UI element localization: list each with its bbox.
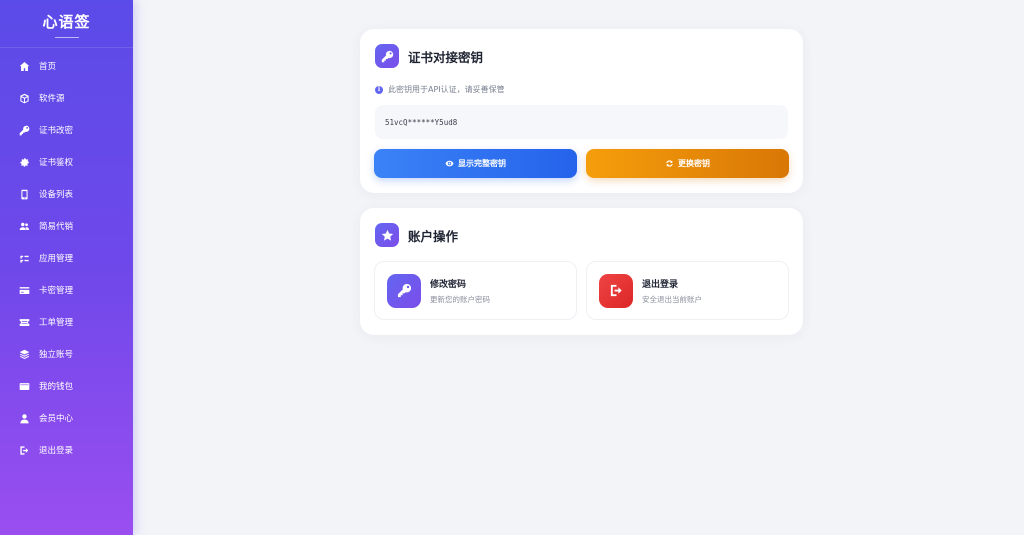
key-icon: [18, 124, 31, 137]
star-icon: [375, 223, 399, 247]
show-full-key-button[interactable]: 显示完整密钥: [374, 149, 577, 178]
brand-title: 心语签: [42, 13, 91, 31]
layers-icon: [18, 348, 31, 361]
card-header: 账户操作: [375, 223, 458, 247]
sidebar-item-label: 首页: [39, 62, 57, 72]
sidebar-item-card-keys[interactable]: 卡密管理: [0, 274, 133, 306]
logout-icon: [18, 444, 31, 457]
sidebar-item-label: 退出登录: [39, 446, 74, 456]
sidebar-item-label: 工单管理: [39, 318, 74, 328]
wallet-icon: [18, 380, 31, 393]
brand: 心语签: [0, 0, 133, 48]
key-value-field: 51vcQ******Y5ud8: [375, 105, 788, 139]
sidebar-item-membership[interactable]: 会员中心: [0, 402, 133, 434]
sidebar-item-cert-password[interactable]: 证书改密: [0, 114, 133, 146]
sidebar-item-label: 会员中心: [39, 414, 74, 424]
sidebar-item-label: 独立账号: [39, 350, 74, 360]
key-icon: [375, 44, 399, 68]
sidebar: 心语签 首页 软件源 证书改密 证书鉴权 设备列表 简易代销 应用管理 卡密管理…: [0, 0, 133, 535]
action-subtitle: 更新您的账户密码: [430, 294, 490, 304]
sidebar-item-label: 卡密管理: [39, 286, 74, 296]
refresh-icon: [666, 160, 673, 167]
sidebar-item-wallet[interactable]: 我的钱包: [0, 370, 133, 402]
sidebar-item-label: 软件源: [39, 94, 65, 104]
sidebar-item-tickets[interactable]: 工单管理: [0, 306, 133, 338]
notice-text: 此密钥用于API认证，请妥善保管: [388, 85, 505, 94]
change-key-label: 更换密钥: [678, 159, 710, 168]
card-title: 证书对接密钥: [408, 49, 484, 65]
show-full-key-label: 显示完整密钥: [458, 159, 506, 168]
sidebar-item-label: 证书改密: [39, 126, 74, 136]
sidebar-item-devices[interactable]: 设备列表: [0, 178, 133, 210]
action-text: 退出登录 安全退出当前账户: [642, 277, 702, 305]
sidebar-item-label: 应用管理: [39, 254, 74, 264]
logout-action[interactable]: 退出登录 安全退出当前账户: [586, 261, 789, 320]
key-notice: i 此密钥用于API认证，请妥善保管: [375, 84, 505, 95]
info-icon: i: [375, 85, 383, 94]
sidebar-item-logout[interactable]: 退出登录: [0, 434, 133, 466]
phone-icon: [18, 188, 31, 201]
card-header: 证书对接密钥: [375, 44, 483, 68]
eye-icon: [445, 160, 454, 167]
account-operations-card: 账户操作 修改密码 更新您的账户密码 退出登录 安全退出当前账户: [360, 208, 803, 335]
gear-icon: [18, 156, 31, 169]
logout-icon: [599, 273, 633, 308]
card-title: 账户操作: [408, 228, 459, 244]
action-title: 退出登录: [642, 279, 679, 290]
ticket-icon: [18, 316, 31, 329]
sidebar-item-cert-auth[interactable]: 证书鉴权: [0, 146, 133, 178]
action-subtitle: 安全退出当前账户: [642, 294, 702, 304]
sidebar-item-label: 简易代销: [39, 222, 74, 232]
sidebar-item-label: 设备列表: [39, 190, 74, 200]
user-icon: [18, 412, 31, 425]
change-password-action[interactable]: 修改密码 更新您的账户密码: [374, 261, 577, 320]
cert-key-card: 证书对接密钥 i 此密钥用于API认证，请妥善保管 51vcQ******Y5u…: [360, 29, 803, 193]
sidebar-item-software-source[interactable]: 软件源: [0, 82, 133, 114]
sidebar-item-home[interactable]: 首页: [0, 50, 133, 82]
home-icon: [18, 60, 31, 73]
box-icon: [18, 92, 31, 105]
card-icon: [18, 284, 31, 297]
action-title: 修改密码: [430, 279, 467, 290]
key-icon: [387, 273, 421, 308]
sidebar-item-label: 证书鉴权: [39, 158, 74, 168]
sidebar-item-label: 我的钱包: [39, 382, 74, 392]
change-key-button[interactable]: 更换密钥: [586, 149, 789, 178]
users-icon: [18, 220, 31, 233]
sidebar-item-apps[interactable]: 应用管理: [0, 242, 133, 274]
sidebar-nav: 首页 软件源 证书改密 证书鉴权 设备列表 简易代销 应用管理 卡密管理 工单管…: [0, 48, 133, 466]
sidebar-item-accounts[interactable]: 独立账号: [0, 338, 133, 370]
sidebar-item-resale[interactable]: 简易代销: [0, 210, 133, 242]
brand-underline: [54, 37, 79, 38]
action-text: 修改密码 更新您的账户密码: [430, 277, 490, 305]
apps-icon: [18, 252, 31, 265]
